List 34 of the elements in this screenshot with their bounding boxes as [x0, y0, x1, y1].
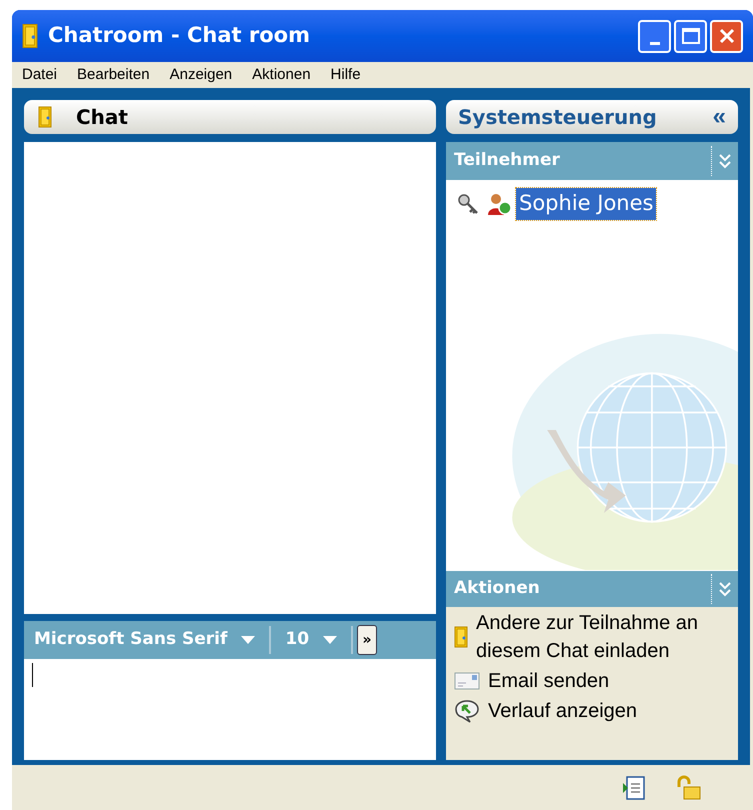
control-panel-title: Systemsteuerung [458, 104, 658, 131]
caret-icon [323, 636, 338, 644]
collapse-chevron-icon[interactable] [718, 153, 732, 169]
envelope-icon [454, 672, 480, 690]
menu-item[interactable]: Anzeigen [170, 64, 232, 86]
document-icon[interactable] [622, 774, 646, 800]
menu-item[interactable]: Bearbeiten [77, 64, 150, 86]
action-link[interactable]: Andere zur Teilnahme an diesem Chat einladen [476, 609, 706, 665]
actions-title: Aktionen [454, 577, 541, 600]
action-link[interactable]: Verlauf anzeigen [488, 697, 718, 725]
more-options-button[interactable]: » [357, 625, 378, 655]
door-icon [454, 626, 468, 648]
door-icon [22, 23, 38, 49]
menu-item[interactable]: Datei [22, 64, 58, 86]
maximize-button[interactable] [674, 20, 707, 52]
door-icon [38, 106, 52, 128]
unlocked-padlock-icon[interactable] [676, 774, 702, 800]
close-button[interactable] [710, 20, 743, 52]
message-input[interactable] [24, 659, 436, 760]
participants-title: Teilnehmer [454, 149, 561, 172]
menu-item[interactable]: Hilfe [330, 64, 361, 86]
menu-item[interactable]: Aktionen [252, 64, 311, 86]
key-icon [456, 192, 480, 216]
participant-name[interactable]: Sophie Jones [516, 188, 656, 220]
collapse-button[interactable]: « [712, 105, 726, 129]
user-icon [486, 192, 512, 216]
chat-title: Chat [76, 104, 128, 131]
close-icon [718, 28, 734, 44]
caret-icon [241, 636, 256, 644]
minimize-button[interactable] [638, 20, 671, 52]
collapse-chevron-icon[interactable] [718, 581, 732, 597]
speech-bubble-icon [454, 699, 480, 723]
action-link[interactable]: Email senden [488, 667, 718, 695]
window-title: Chatroom - Chat room [48, 22, 311, 50]
